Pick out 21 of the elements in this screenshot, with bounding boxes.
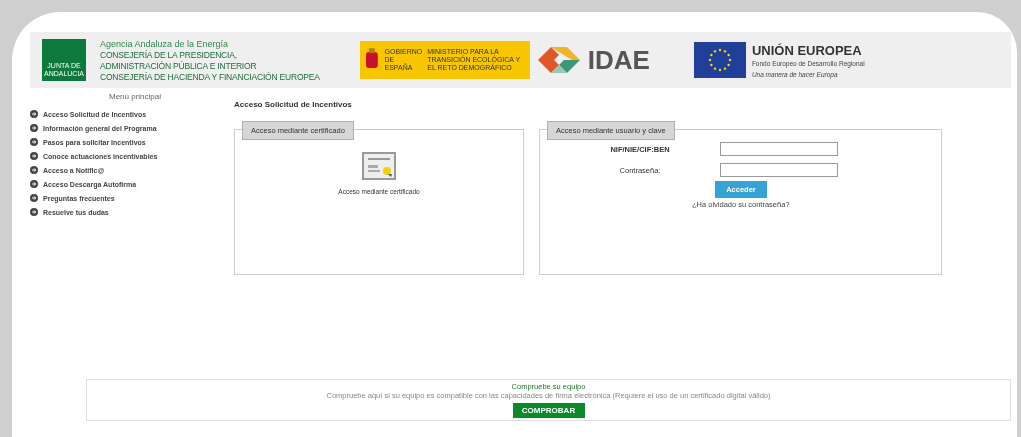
input-field[interactable] (720, 142, 838, 156)
menu-title: Menú principal (109, 92, 161, 101)
idae-logo-text: IDAE (587, 44, 650, 76)
arrow-circle-icon (30, 180, 38, 188)
arrow-circle-icon (30, 194, 38, 202)
arrow-circle-icon (30, 152, 38, 160)
consejeria-name: CONSEJERÍA DE LA PRESIDENCIA, (100, 49, 238, 61)
eu-title: UNIÓN EUROPEA (751, 42, 863, 58)
agency-name: Agencia Andaluza de la Energía (100, 37, 230, 50)
input-field[interactable] (720, 163, 838, 177)
eu-flag-icon (693, 42, 746, 78)
arrow-circle-icon (30, 208, 38, 216)
arrow-circle-icon (30, 110, 38, 118)
page-title: Acceso Solicitud de Incentivos (234, 100, 353, 109)
consejeria-name: ADMINISTRACIÓN PÚBLICA E INTERIOR (100, 60, 258, 72)
arrow-circle-icon (30, 166, 38, 174)
arrow-circle-icon (30, 124, 38, 132)
consejeria-name: CONSEJERÍA DE HACIENDA Y FINANCIACIÓN EUROPEA (100, 71, 320, 83)
arrow-circle-icon (30, 138, 38, 146)
check-button[interactable]: COMPROBAR (512, 403, 585, 418)
certificate-icon[interactable] (362, 152, 396, 182)
